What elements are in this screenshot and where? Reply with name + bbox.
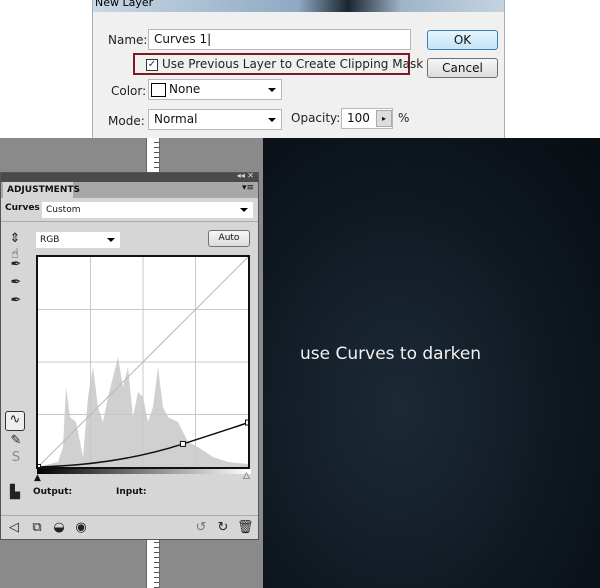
- view-previous-icon[interactable]: ↺: [193, 520, 209, 536]
- white-point-slider[interactable]: △: [243, 471, 250, 481]
- input-label: Input:: [116, 487, 147, 497]
- name-input[interactable]: Curves 1|: [148, 29, 411, 50]
- curve-point-tool-icon[interactable]: ∿: [5, 411, 25, 431]
- clipping-warning-icon[interactable]: ▙: [7, 485, 23, 501]
- tab-adjustments[interactable]: ADJUSTMENTS: [3, 182, 80, 198]
- panel-header: ◂◂ ✕: [1, 171, 258, 182]
- panel-menu-icon[interactable]: ▾≡: [242, 183, 254, 193]
- curves-label: Curves: [5, 203, 40, 213]
- auto-button[interactable]: Auto: [208, 230, 250, 247]
- dialog-title-bar: New Layer: [93, 0, 504, 12]
- opacity-slider-button[interactable]: ▸: [376, 110, 392, 127]
- output-label: Output:: [33, 487, 73, 497]
- color-label: Color:: [111, 84, 147, 98]
- on-image-adjust-icon[interactable]: ⇕☝: [7, 231, 23, 262]
- name-label: Name:: [108, 33, 148, 47]
- channel-select[interactable]: RGB: [36, 232, 120, 248]
- smooth-curve-icon[interactable]: S: [8, 450, 24, 466]
- black-eyedropper-icon[interactable]: ✒: [8, 257, 24, 273]
- white-eyedropper-icon[interactable]: ✒: [8, 293, 24, 309]
- new-layer-dialog: New Layer Name: Curves 1| ✓ Use Previous…: [92, 0, 505, 138]
- visibility-eye-icon[interactable]: ◉: [73, 520, 89, 536]
- color-select[interactable]: None: [148, 79, 282, 100]
- back-arrow-icon[interactable]: ◁: [6, 520, 22, 536]
- clip-label: Use Previous Layer to Create Clipping Ma…: [162, 57, 424, 71]
- trash-icon[interactable]: 🗑: [237, 520, 254, 536]
- adjustments-panel: ◂◂ ✕ ▾≡ ADJUSTMENTS Curves Custom ⇕☝ RGB…: [0, 171, 259, 540]
- curve-point: [245, 419, 251, 426]
- gray-eyedropper-icon[interactable]: ✒: [8, 275, 24, 291]
- curves-graph[interactable]: [35, 255, 251, 470]
- expand-view-icon[interactable]: ⧉: [29, 520, 45, 536]
- curve-point: [35, 464, 41, 470]
- reset-icon[interactable]: ↻: [215, 520, 231, 536]
- collapse-close-icon[interactable]: ◂◂ ✕: [237, 171, 254, 180]
- opacity-label: Opacity:: [291, 111, 341, 125]
- mode-label: Mode:: [108, 114, 145, 128]
- divider: [1, 515, 258, 516]
- pencil-icon[interactable]: ✎: [8, 433, 24, 449]
- curve-point: [179, 440, 186, 447]
- dialog-title: New Layer: [95, 0, 154, 9]
- preset-select[interactable]: Custom: [42, 202, 253, 218]
- input-gradient-bar: [37, 469, 251, 474]
- canvas-caption: use Curves to darken: [300, 344, 482, 364]
- clip-to-layer-icon[interactable]: ◒: [51, 520, 67, 536]
- mode-select[interactable]: Normal: [148, 109, 282, 130]
- divider: [1, 221, 258, 222]
- cancel-button[interactable]: Cancel: [427, 58, 498, 78]
- black-point-slider[interactable]: ▲: [34, 473, 41, 483]
- ok-button[interactable]: OK: [427, 30, 498, 50]
- opacity-unit: %: [398, 111, 410, 125]
- color-swatch: [151, 82, 166, 97]
- clip-checkbox[interactable]: ✓: [146, 59, 158, 71]
